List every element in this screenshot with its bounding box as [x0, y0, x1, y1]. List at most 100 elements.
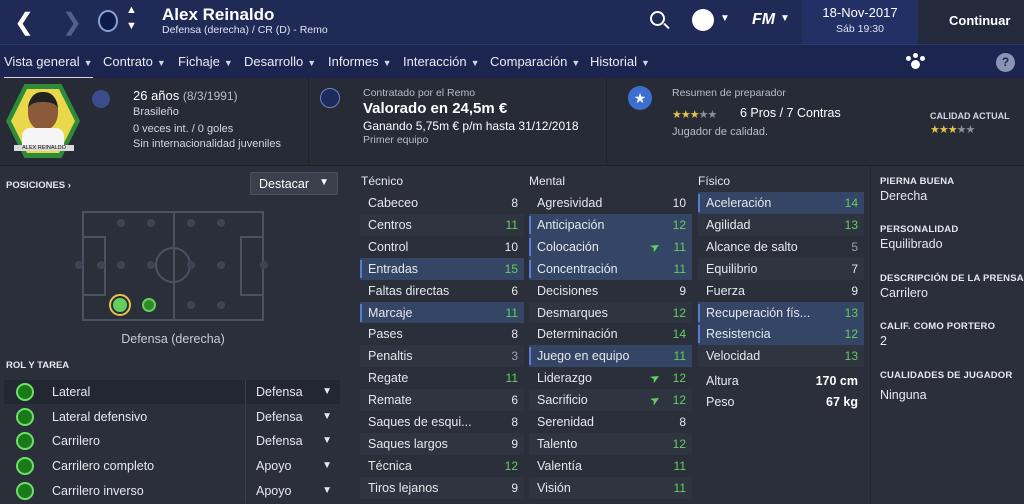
fm-chevron-down-icon[interactable]: ▼: [780, 13, 790, 24]
attribute-row[interactable]: Penaltis 3: [360, 345, 524, 368]
attribute-row[interactable]: Recuperación fís... 13: [698, 301, 864, 324]
coach-verdict: Jugador de calidad.: [672, 126, 769, 138]
attribute-value: 13: [844, 217, 858, 232]
trend-up-icon: ➤: [647, 369, 663, 387]
back-button[interactable]: ❮: [14, 8, 34, 37]
attribute-row[interactable]: Regate 11: [360, 367, 524, 390]
attribute-row[interactable]: Centros 11: [360, 213, 524, 236]
next-player-icon[interactable]: ▼: [126, 20, 137, 32]
attribute-name: Control: [368, 239, 409, 254]
highlight-dropdown[interactable]: Destacar ▼: [250, 172, 338, 195]
attribute-row[interactable]: Sacrificio ➤ 12: [529, 389, 692, 412]
role-icon: [16, 383, 34, 401]
trend-up-icon: ➤: [647, 238, 663, 256]
attribute-row[interactable]: Colocación ➤ 11: [529, 235, 692, 258]
attribute-value: 5: [851, 239, 858, 254]
attribute-row[interactable]: Determinación 14: [529, 323, 692, 346]
attribute-row[interactable]: Anticipación 12: [529, 213, 692, 236]
attribute-row[interactable]: Resistencia 12: [698, 323, 864, 346]
tab-informes[interactable]: Informes ▼: [328, 45, 392, 79]
personality-label: PERSONALIDAD: [880, 224, 959, 235]
tab-interaccion[interactable]: Interacción ▼: [403, 45, 480, 79]
attribute-row[interactable]: Fuerza 9: [698, 279, 864, 302]
role-icon: [16, 457, 34, 475]
club-crest-icon[interactable]: [98, 10, 118, 32]
attribute-row[interactable]: Faltas directas 6: [360, 279, 524, 302]
prev-player-icon[interactable]: ▲: [126, 4, 137, 16]
tab-fichaje[interactable]: Fichaje ▼: [178, 45, 233, 79]
attribute-row[interactable]: Liderazgo ➤ 12: [529, 367, 692, 390]
attribute-value: 11: [505, 217, 518, 232]
day-time-text: Sáb 19:30: [836, 23, 884, 35]
attribute-row[interactable]: Agilidad 13: [698, 213, 864, 236]
chevron-down-icon: ▼: [156, 58, 166, 68]
attribute-row[interactable]: Marcaje 11: [360, 301, 524, 324]
tab-comparacion[interactable]: Comparación ▼: [490, 45, 580, 79]
contract-title: Contratado por el Remo: [363, 87, 476, 99]
help-icon[interactable]: ?: [996, 53, 1015, 72]
attribute-row[interactable]: Tiros lejanos 9: [360, 476, 524, 499]
attribute-value: 12: [672, 305, 686, 320]
role-row[interactable]: Lateral defensivo Defensa ▼: [4, 405, 340, 429]
attribute-row[interactable]: Equilibrio 7: [698, 257, 864, 280]
attribute-value: 11: [673, 458, 686, 473]
attribute-row[interactable]: Velocidad 13: [698, 345, 864, 368]
attribute-value: 7: [851, 261, 858, 276]
attribute-row[interactable]: Talento 12: [529, 432, 692, 455]
attribute-row[interactable]: Serenidad 8: [529, 411, 692, 433]
attribute-row[interactable]: Decisiones 9: [529, 279, 692, 302]
attribute-row[interactable]: Valentía 11: [529, 454, 692, 477]
attribute-value: 8: [511, 196, 518, 210]
role-row[interactable]: Carrilero inverso Apoyo ▼: [4, 479, 340, 503]
tab-contrato[interactable]: Contrato ▼: [103, 45, 166, 79]
press-label: DESCRIPCIÓN DE LA PRENSA: [880, 273, 1024, 284]
attribute-row[interactable]: Saques largos 9: [360, 432, 524, 455]
duty-dropdown[interactable]: Defensa ▼: [245, 380, 340, 404]
attribute-row[interactable]: Aceleración 14: [698, 192, 864, 214]
attribute-value: 9: [511, 436, 518, 451]
attribute-row[interactable]: Técnica 12: [360, 454, 524, 477]
tab-vista-general[interactable]: Vista general ▼: [4, 45, 93, 79]
empty-star-icon: ★★: [956, 124, 976, 136]
attribute-row[interactable]: Saques de esqui... 8: [360, 411, 524, 433]
player-youth-caps: Sin internacionalidad juveniles: [133, 138, 281, 150]
attribute-row[interactable]: Control 10: [360, 235, 524, 258]
attribute-name: Alcance de salto: [706, 239, 798, 254]
paw-icon[interactable]: [906, 53, 925, 71]
position-dot: [147, 219, 155, 227]
positions-title[interactable]: POSICIONES ›: [6, 180, 71, 191]
attribute-name: Serenidad: [537, 415, 594, 429]
role-row[interactable]: Lateral Defensa ▼: [4, 380, 340, 404]
attribute-row[interactable]: Visión 11: [529, 476, 692, 499]
continue-label: Continuar: [949, 13, 1011, 28]
duty-dropdown[interactable]: Defensa ▼: [245, 429, 340, 453]
attribute-row[interactable]: Remate 6: [360, 389, 524, 412]
role-row[interactable]: Carrilero Defensa ▼: [4, 429, 340, 453]
attribute-name: Saques de esqui...: [368, 415, 472, 429]
fm-logo[interactable]: FM: [752, 11, 775, 29]
attribute-row[interactable]: Juego en equipo 11: [529, 345, 692, 368]
position-dot-accomplished[interactable]: [142, 298, 156, 312]
forward-button[interactable]: ❯: [62, 8, 82, 37]
duty-dropdown[interactable]: Apoyo ▼: [245, 454, 340, 478]
tab-historial[interactable]: Historial ▼: [590, 45, 650, 79]
attribute-row[interactable]: Pases 8: [360, 323, 524, 346]
attribute-row[interactable]: Agresividad 10: [529, 192, 692, 214]
attribute-name: Valentía: [537, 458, 582, 473]
role-row[interactable]: Carrilero completo Apoyo ▼: [4, 454, 340, 478]
world-chevron-down-icon[interactable]: ▼: [720, 13, 730, 24]
world-icon[interactable]: [692, 9, 714, 31]
attribute-row[interactable]: Cabeceo 8: [360, 192, 524, 214]
tab-desarrollo[interactable]: Desarrollo ▼: [244, 45, 316, 79]
attribute-row[interactable]: Concentración 11: [529, 257, 692, 280]
press-value: Carrilero: [880, 286, 928, 300]
role-icon: [16, 432, 34, 450]
attribute-row[interactable]: Alcance de salto 5: [698, 235, 864, 258]
duty-dropdown[interactable]: Defensa ▼: [245, 405, 340, 429]
chevron-down-icon: ▼: [571, 58, 581, 68]
attribute-row[interactable]: Desmarques 12: [529, 301, 692, 324]
attribute-row[interactable]: Entradas 15: [360, 257, 524, 280]
chevron-down-icon: ▼: [322, 411, 332, 422]
duty-dropdown[interactable]: Apoyo ▼: [245, 479, 340, 503]
attribute-value: 10: [672, 196, 686, 210]
